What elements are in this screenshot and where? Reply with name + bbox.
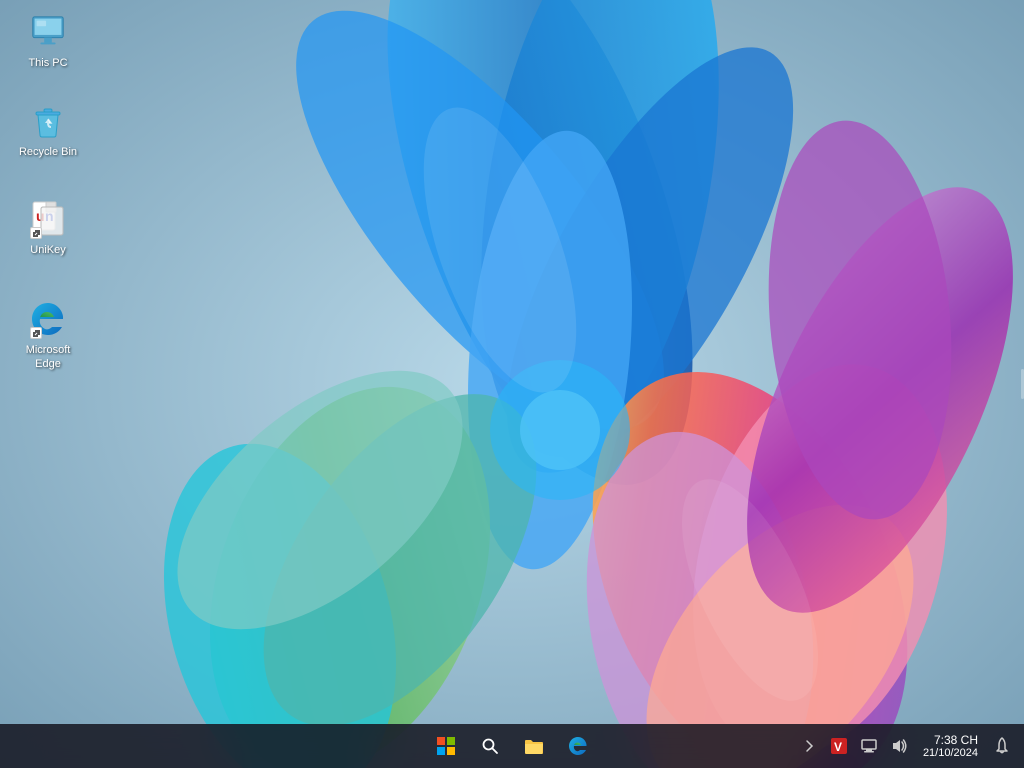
show-hidden-icons-button[interactable] [795,728,823,764]
start-button[interactable] [426,726,466,766]
desktop-icon-this-pc[interactable]: This PC [8,8,88,74]
desktop-icon-recycle-bin[interactable]: Recycle Bin [8,97,88,163]
recycle-bin-label: Recycle Bin [19,145,77,159]
edge-desktop-label: Microsoft Edge [12,343,84,372]
desktop: This PC Recycle Bin [0,0,1024,768]
desktop-icon-edge[interactable]: Microsoft Edge [8,295,88,376]
edge-icon [28,299,68,339]
search-button[interactable] [470,726,510,766]
file-explorer-button[interactable] [514,726,554,766]
volume-icon[interactable] [885,728,913,764]
taskbar: V 7: [0,724,1024,768]
recycle-bin-icon [28,101,68,141]
notification-button[interactable] [988,728,1016,764]
clock[interactable]: 7:38 CH 21/10/2024 [915,724,986,768]
network-icon[interactable] [855,728,883,764]
desktop-icon-unikey[interactable]: u n UniKey [8,195,88,261]
edge-taskbar-button[interactable] [558,726,598,766]
svg-text:V: V [834,740,842,754]
this-pc-label: This PC [28,56,67,70]
shortcut-arrow [30,227,42,239]
unikey-icon: u n [28,199,68,239]
wallpaper [0,0,1024,768]
taskbar-center [426,726,598,766]
edge-shortcut-arrow [30,327,42,339]
this-pc-icon [28,12,68,52]
clock-date: 21/10/2024 [923,747,978,759]
viva-icon[interactable]: V [825,728,853,764]
clock-time: 7:38 CH [934,733,978,747]
taskbar-right: V 7: [795,724,1024,768]
unikey-label: UniKey [30,243,65,257]
